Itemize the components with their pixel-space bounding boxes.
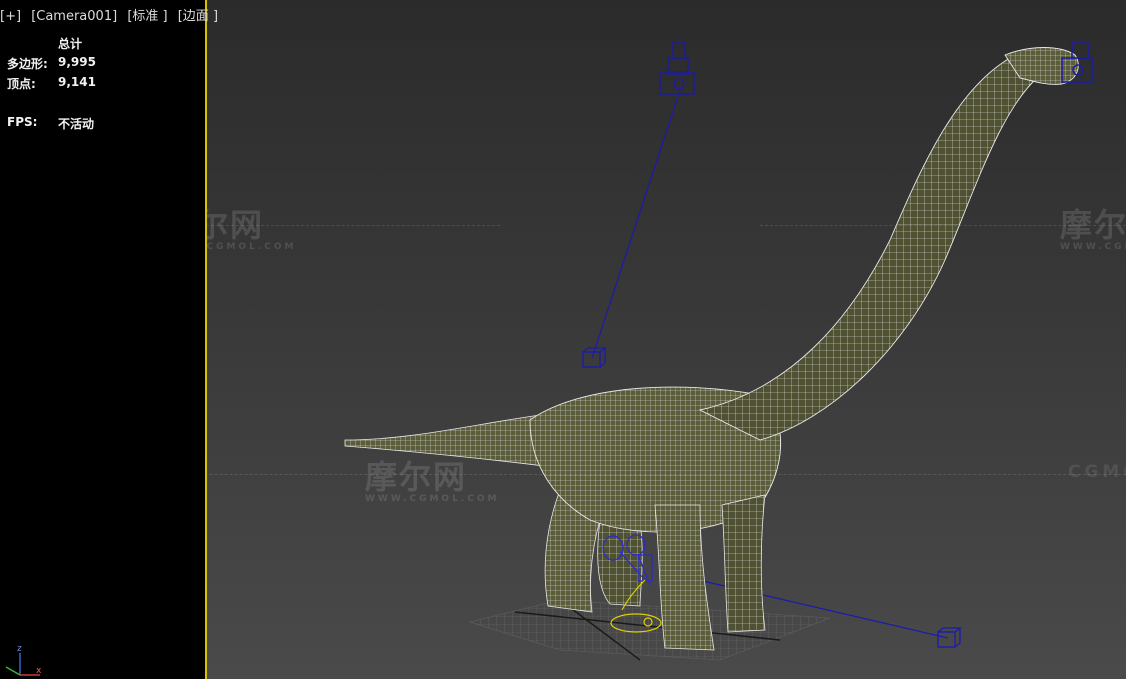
watermark-brand: CGMOL bbox=[1068, 462, 1126, 482]
dino-leg-front-far bbox=[721, 494, 766, 633]
axis-z-label: z bbox=[17, 644, 22, 654]
camera-target-line bbox=[591, 89, 681, 359]
axis-gizmo: z x bbox=[5, 644, 42, 676]
fps-label: FPS: bbox=[7, 115, 38, 129]
watermark: 摩尔网 WWW.CGMOL.COM bbox=[365, 458, 500, 504]
axis-x-label: x bbox=[36, 666, 42, 676]
camera-icon bbox=[659, 41, 695, 95]
vertices-label: 顶点: bbox=[7, 77, 36, 91]
viewport-menu-plus[interactable]: [+] bbox=[0, 9, 21, 24]
viewport-shading-menu[interactable]: [标准 ] bbox=[127, 9, 167, 24]
stats-header: 总计 bbox=[58, 37, 83, 51]
vertices-value: 9,141 bbox=[58, 75, 96, 89]
dino-leg-back-far bbox=[597, 519, 643, 607]
dino-neck bbox=[698, 57, 1041, 441]
viewport-left-region bbox=[0, 0, 207, 679]
viewport-label-menu[interactable]: [+] [Camera001] [标准 ] [边面 ] bbox=[0, 5, 224, 24]
viewport-edges-menu[interactable]: [边面 ] bbox=[178, 9, 218, 24]
fps-value: 不活动 bbox=[58, 117, 95, 131]
light-target-box bbox=[937, 627, 962, 648]
polygons-value: 9,995 bbox=[58, 55, 96, 69]
3d-viewport[interactable]: 摩尔网 WWW.CGMOL.COM 摩尔网 WWW.CGMOL.COM 摩尔网 … bbox=[0, 0, 1126, 679]
viewport-camera-menu[interactable]: [Camera001] bbox=[31, 9, 117, 24]
watermark: 摩尔网 WWW.CGMOL.COM bbox=[1060, 206, 1126, 252]
polygons-label: 多边形: bbox=[7, 57, 48, 71]
